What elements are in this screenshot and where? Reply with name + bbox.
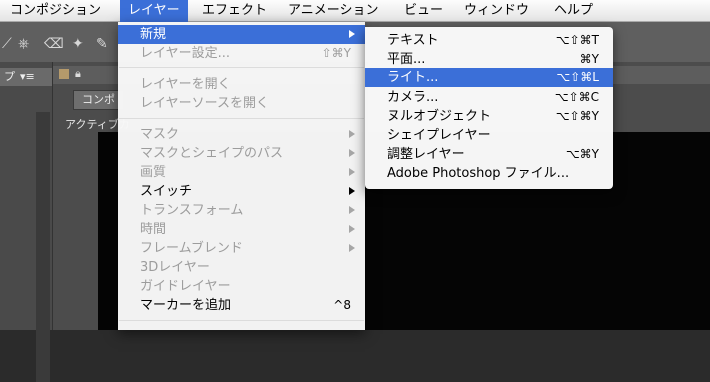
submenu-arrow-icon <box>349 168 355 176</box>
submenu-arrow-icon <box>349 206 355 214</box>
shortcut-label: ⌥⇧⌘Y <box>555 109 599 123</box>
menu-item-label: レイヤーを開く <box>140 77 231 92</box>
menu-item-label: マスク <box>140 127 180 142</box>
eraser-tool-icon[interactable]: ⌫ <box>44 36 64 52</box>
menu-item-time[interactable]: 時間 <box>118 220 365 239</box>
layer-menu: 新規 レイヤー設定... ⇧⌘Y レイヤーを開く レイヤーソースを開く マスク … <box>118 22 365 330</box>
project-panel-tab[interactable]: プ ▾≡ <box>0 68 52 86</box>
menu-item-quality[interactable]: 画質 <box>118 163 365 182</box>
menu-animation[interactable]: アニメーション <box>280 0 386 22</box>
shortcut-label: ⌥⇧⌘L <box>556 70 599 84</box>
menu-effect[interactable]: エフェクト <box>194 0 275 22</box>
lock-icon[interactable]: 🔒︎ <box>75 67 81 81</box>
menu-item-mask-shape-path[interactable]: マスクとシェイプのパス <box>118 144 365 163</box>
menu-item-layer-settings[interactable]: レイヤー設定... ⇧⌘Y <box>118 44 365 63</box>
submenu-item-shape-layer[interactable]: シェイプレイヤー <box>365 126 613 145</box>
menu-item-label: 時間 <box>140 222 167 237</box>
submenu-item-solid[interactable]: 平面... ⌘Y <box>365 50 613 69</box>
menu-item-label: 画質 <box>140 165 167 180</box>
menu-item-switches[interactable]: スイッチ <box>118 182 365 201</box>
menu-item-label: マスクとシェイプのパス <box>140 146 284 161</box>
submenu-item-camera[interactable]: カメラ... ⌥⇧⌘C <box>365 88 613 107</box>
menu-item-label: 3Dレイヤー <box>140 260 210 275</box>
shortcut-label: ⌘Y <box>579 52 599 66</box>
pin-tool-icon[interactable]: ✎ <box>96 36 108 52</box>
composition-color-icon <box>59 69 69 79</box>
menu-item-label: 新規 <box>140 27 167 42</box>
menu-item-label: カメラ... <box>387 90 439 105</box>
puppet-tool-icon[interactable]: ✦ <box>72 36 84 52</box>
menu-view[interactable]: ビュー <box>396 0 451 22</box>
submenu-arrow-icon <box>349 130 355 138</box>
new-submenu: テキスト ⌥⇧⌘T 平面... ⌘Y ライト... ⌥⇧⌘L カメラ... ⌥⇧… <box>365 27 613 189</box>
shortcut-label: ⌥⌘Y <box>565 147 599 161</box>
submenu-arrow-icon <box>349 225 355 233</box>
submenu-arrow-icon <box>349 149 355 157</box>
menu-item-3d-layer[interactable]: 3Dレイヤー <box>118 258 365 277</box>
menu-separator <box>119 118 364 119</box>
menu-item-transform[interactable]: トランスフォーム <box>118 201 365 220</box>
submenu-arrow-icon <box>349 30 355 38</box>
menu-item-new[interactable]: 新規 <box>118 25 365 44</box>
menu-item-open-layer[interactable]: レイヤーを開く <box>118 75 365 94</box>
panel-menu-icon[interactable]: ▾≡ <box>20 68 35 86</box>
menu-item-label: 調整レイヤー <box>387 147 465 162</box>
menu-item-label: 平面... <box>387 52 426 67</box>
menu-item-label: シェイプレイヤー <box>387 128 491 143</box>
menu-item-label: レイヤー設定... <box>140 46 231 61</box>
submenu-arrow-icon <box>349 187 355 195</box>
menu-item-label: ライト... <box>387 70 439 85</box>
camera-tool-icon[interactable]: ⎈ <box>18 36 29 52</box>
submenu-arrow-icon <box>349 244 355 252</box>
menu-bar: コンポジション レイヤー エフェクト アニメーション ビュー ウィンドウ ヘルプ <box>0 0 710 22</box>
shortcut-label: ^8 <box>333 298 351 312</box>
menu-item-label: トランスフォーム <box>140 203 244 218</box>
menu-item-label: フレームブレンド <box>140 241 243 256</box>
menu-item-label: ヌルオブジェクト <box>387 109 492 124</box>
menu-help[interactable]: ヘルプ <box>546 0 601 22</box>
menu-composition[interactable]: コンポジション <box>2 0 109 22</box>
shortcut-label: ⇧⌘Y <box>321 46 351 60</box>
project-panel: プ ▾≡ <box>0 62 53 382</box>
menu-item-open-layer-source[interactable]: レイヤーソースを開く <box>118 94 365 113</box>
menu-item-guide-layer[interactable]: ガイドレイヤー <box>118 277 365 296</box>
shortcut-label: ⌥⇧⌘C <box>554 90 599 104</box>
submenu-item-light[interactable]: ライト... ⌥⇧⌘L <box>365 68 613 87</box>
project-tab-label: プ <box>4 70 15 83</box>
submenu-item-adjustment-layer[interactable]: 調整レイヤー ⌥⌘Y <box>365 145 613 164</box>
menu-item-add-marker[interactable]: マーカーを追加 ^8 <box>118 296 365 315</box>
menu-item-frame-blending[interactable]: フレームブレンド <box>118 239 365 258</box>
submenu-item-text[interactable]: テキスト ⌥⇧⌘T <box>365 31 613 50</box>
rotate-tool-icon[interactable]: ⟋ <box>2 36 12 52</box>
menu-item-label: スイッチ <box>140 184 193 199</box>
menu-item-mask[interactable]: マスク <box>118 125 365 144</box>
comp-name-tab[interactable]: コンポ <box>73 90 124 110</box>
menu-item-label: Adobe Photoshop ファイル... <box>387 166 570 181</box>
project-scrollbar[interactable] <box>36 112 50 382</box>
shortcut-label: ⌥⇧⌘T <box>555 33 599 47</box>
menu-item-label: レイヤーソースを開く <box>140 96 269 111</box>
menu-separator <box>119 320 364 321</box>
submenu-item-null-object[interactable]: ヌルオブジェクト ⌥⇧⌘Y <box>365 107 613 126</box>
menu-separator <box>119 67 364 68</box>
menu-item-label: テキスト <box>387 33 439 48</box>
submenu-item-photoshop-file[interactable]: Adobe Photoshop ファイル... <box>365 164 613 183</box>
menu-item-label: マーカーを追加 <box>140 298 232 313</box>
menu-window[interactable]: ウィンドウ <box>456 0 537 22</box>
menu-layer[interactable]: レイヤー <box>120 0 188 22</box>
menu-item-label: ガイドレイヤー <box>140 279 231 294</box>
